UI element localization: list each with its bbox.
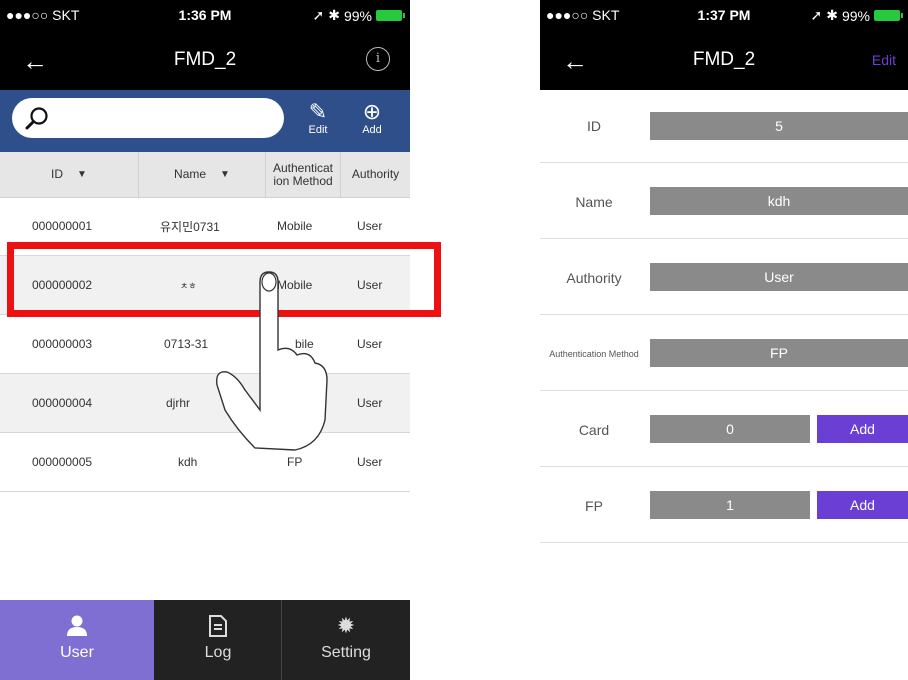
field-value: FP xyxy=(650,339,908,367)
status-bar: ●●●○○ SKT 1:36 PM ➚ ✱ 99% xyxy=(0,0,410,30)
location-icon: ➚ xyxy=(810,7,823,23)
column-id[interactable]: ID ▼ xyxy=(0,152,139,197)
edit-button[interactable]: ✎ Edit xyxy=(298,99,338,137)
column-name[interactable]: Name ▼ xyxy=(139,152,266,197)
tab-setting[interactable]: ✹ Setting xyxy=(282,600,410,680)
column-authority: Authority xyxy=(351,167,400,181)
bluetooth-icon: ✱ xyxy=(826,7,838,23)
page-title: FMD_2 xyxy=(692,49,756,70)
field-value: User xyxy=(650,263,908,291)
sort-down-icon: ▼ xyxy=(77,169,87,180)
info-icon[interactable]: i xyxy=(366,47,390,71)
field-value: 1 xyxy=(650,491,810,519)
tap-gesture-hand-icon xyxy=(216,271,328,451)
gear-icon: ✹ xyxy=(336,613,356,638)
search-toolbar: ✎ Edit ⊕ Add xyxy=(0,90,410,152)
sort-down-icon: ▼ xyxy=(220,169,230,180)
add-fingerprint-button[interactable]: Add xyxy=(817,491,908,519)
table-row[interactable]: 000000005 kdh FP User xyxy=(0,433,410,492)
plus-circle-icon: ⊕ xyxy=(362,99,382,124)
document-icon xyxy=(209,615,227,637)
tab-user[interactable]: User xyxy=(0,600,154,680)
field-value: 0 xyxy=(650,415,810,443)
tab-bar: User Log ✹ Setting xyxy=(0,600,410,680)
battery-icon xyxy=(376,10,405,21)
field-authentication-method: Authentication Method FP xyxy=(540,315,908,391)
user-detail-screen: ●●●○○ SKT 1:37 PM ➚ ✱ 99% ← FMD_2 Edit I… xyxy=(540,0,908,545)
user-icon xyxy=(67,615,87,636)
search-icon xyxy=(25,107,48,130)
table-header: ID ▼ Name ▼ Authenticat ion Method Authori… xyxy=(0,152,410,198)
field-value: 5 xyxy=(650,112,908,140)
add-button[interactable]: ⊕ Add xyxy=(352,99,392,137)
bluetooth-icon: ✱ xyxy=(328,7,340,23)
tab-log[interactable]: Log xyxy=(155,600,282,680)
field-value: kdh xyxy=(650,187,908,215)
pencil-icon: ✎ xyxy=(308,99,328,124)
field-id: ID 5 xyxy=(540,90,908,163)
status-bar: ●●●○○ SKT 1:37 PM ➚ ✱ 99% xyxy=(540,0,908,30)
add-card-button[interactable]: Add xyxy=(817,415,908,443)
field-card: Card 0 Add xyxy=(540,391,908,467)
edit-button[interactable]: Edit xyxy=(872,52,896,68)
field-authority: Authority User xyxy=(540,239,908,315)
navigation-bar: ← FMD_2 i xyxy=(0,30,410,90)
battery-icon xyxy=(874,10,903,21)
column-auth-method: Authenticat ion Method xyxy=(266,152,341,197)
page-title: FMD_2 xyxy=(173,49,237,70)
table-row[interactable]: 000000003 0713-31 bile User xyxy=(0,315,410,374)
field-name: Name kdh xyxy=(540,163,908,239)
user-list-screen: ●●●○○ SKT 1:36 PM ➚ ✱ 99% ← FMD_2 i ✎ Ed… xyxy=(0,0,441,680)
location-icon: ➚ xyxy=(312,7,325,23)
battery-percent: 99% xyxy=(343,7,372,24)
navigation-bar: ← FMD_2 Edit xyxy=(540,30,908,90)
table-row[interactable]: 000000004 djrhr User xyxy=(0,374,410,433)
battery-percent: 99% xyxy=(841,7,870,24)
search-input[interactable] xyxy=(12,98,284,138)
field-fp: FP 1 Add xyxy=(540,467,908,543)
